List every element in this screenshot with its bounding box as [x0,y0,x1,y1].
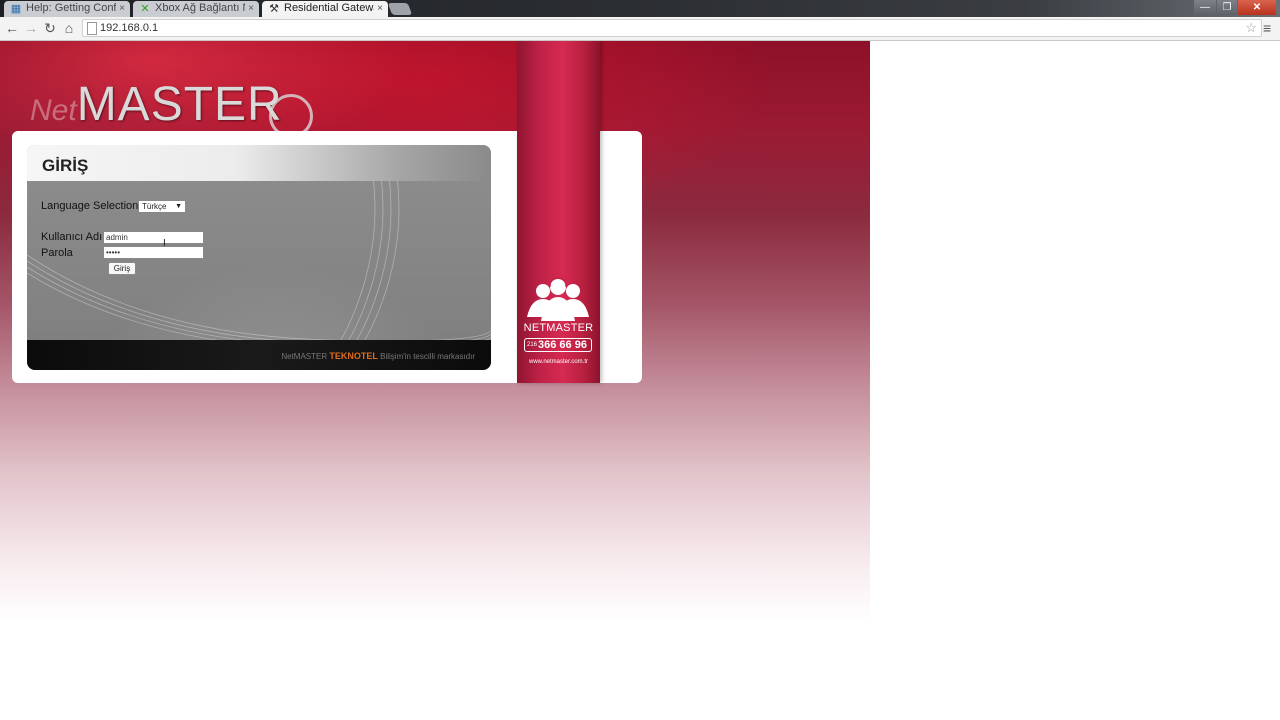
footer-suffix: Bilişim'in tescilli markasıdır [380,352,475,361]
menu-icon[interactable]: ≡ [1263,20,1271,36]
username-label: Kullanıcı Adı [41,231,103,243]
new-tab-button[interactable] [387,3,413,15]
tab-residential-gateway[interactable]: ⚒ Residential Gateway × [262,1,388,17]
tab-title: Residential Gateway [284,2,374,14]
ribbon-url: www.netmaster.com.tr [528,359,588,365]
tab-close-icon[interactable]: × [248,1,254,16]
tools-icon: ⚒ [269,3,279,15]
bookmark-star-icon[interactable]: ☆ [1245,20,1257,36]
router-login-page: NetMASTER GİRİŞ Language Selection Türkç… [0,41,870,621]
xbox-icon: ✕ [140,3,150,15]
footer-brand: TEKNOTEL [329,351,378,361]
logo-main: MASTE [76,78,248,131]
url-text: 192.168.0.1 [100,22,159,34]
close-window-button[interactable]: ✕ [1238,0,1276,15]
password-input[interactable]: ••••• [103,246,204,259]
footer-prefix: NetMASTER [281,352,328,361]
language-label: Language Selection [41,200,139,212]
phone-number: 366 66 96 [538,339,587,351]
tab-close-icon[interactable]: × [119,1,125,16]
tab-title: Xbox Ağ Bağlantı Nc [155,2,245,14]
login-header: GİRİŞ [27,145,491,181]
logo-prefix: Net [30,94,77,127]
help-page-icon: ▦ [10,3,22,15]
browser-toolbar: ← → ↻ ⌂ 192.168.0.1 ☆ ≡ [0,17,1280,41]
ribbon-brand: NETMASTER [523,322,594,334]
back-arrow-icon[interactable]: ← [4,20,20,36]
text-cursor-icon: I [163,238,166,249]
forward-arrow-icon[interactable]: → [23,20,39,36]
minimize-button[interactable]: — [1194,0,1216,15]
tab-help-getting-config[interactable]: ▦ Help: Getting Config × [4,1,130,17]
login-footer: NetMASTER TEKNOTEL Bilişim'in tescilli m… [27,340,491,370]
chevron-down-icon: ▼ [175,203,182,210]
username-input[interactable]: admin [103,231,204,244]
support-phone: 216 366 66 96 [524,338,592,352]
reload-icon[interactable]: ↻ [42,20,58,36]
login-button[interactable]: Giriş [108,262,136,275]
tab-title: Help: Getting Config [26,2,116,14]
home-icon[interactable]: ⌂ [61,20,77,36]
password-label: Parola [41,247,73,259]
address-bar[interactable]: 192.168.0.1 ☆ [82,19,1262,37]
maximize-button[interactable]: ❐ [1217,0,1237,15]
language-select[interactable]: Türkçe ▼ [138,200,186,213]
login-title: GİRİŞ [42,156,89,175]
tab-strip: ▦ Help: Getting Config × ✕ Xbox Ağ Bağla… [0,0,1280,17]
phone-prefix: 216 [527,342,538,348]
page-icon [87,22,97,35]
tab-xbox[interactable]: ✕ Xbox Ağ Bağlantı Nc × [133,1,259,17]
tab-close-icon[interactable]: × [377,1,383,16]
support-people-icon [527,277,589,321]
footer-text: NetMASTER TEKNOTEL Bilişim'in tescilli m… [281,351,475,361]
login-box: GİRİŞ Language Selection Türkçe ▼ Kullan… [27,145,491,370]
language-value: Türkçe [142,202,167,211]
netmaster-ribbon: NETMASTER 216 366 66 96 www.netmaster.co… [517,41,600,383]
netmaster-logo: NetMASTER [30,77,313,138]
